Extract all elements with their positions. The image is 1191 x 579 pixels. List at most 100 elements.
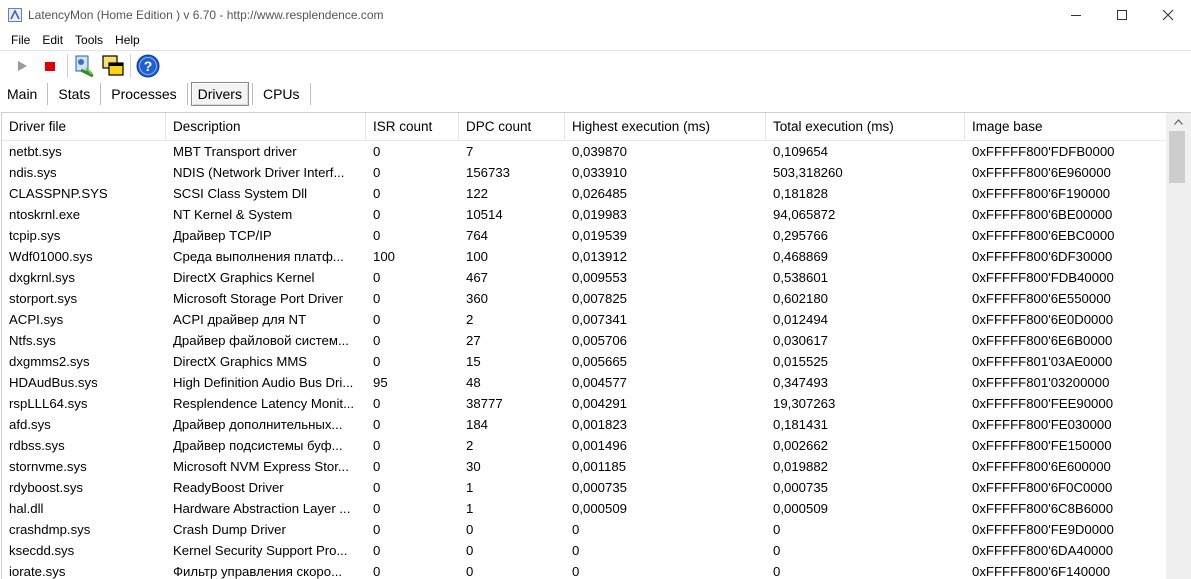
menu-edit[interactable]: Edit [36, 33, 69, 47]
cell-isr-count: 0 [373, 522, 381, 537]
table-row[interactable]: ntoskrnl.exe NT Kernel & System 0 10514 0,01… [2, 204, 1167, 225]
cell-image-base: 0xFFFFF800'6BE00000 [972, 207, 1113, 222]
cell-total-execution: 0,002662 [773, 438, 829, 453]
cell-dpc-count: 1 [466, 501, 474, 516]
cell-image-base: 0xFFFFF800'6C8B6000 [972, 501, 1114, 516]
column-header-description[interactable]: Description [166, 113, 366, 140]
cell-total-execution: 0,602180 [773, 291, 829, 306]
play-icon [18, 61, 27, 71]
cell-dpc-count: 7 [466, 144, 474, 159]
minimize-button[interactable] [1053, 0, 1099, 30]
column-header-dpc-count[interactable]: DPC count [459, 113, 565, 140]
app-icon[interactable] [8, 8, 22, 22]
table-row[interactable]: HDAudBus.sys High Definition Audio Bus Dr… [2, 372, 1167, 393]
table-row[interactable]: ksecdd.sys Kernel Security Support Pro...… [2, 540, 1167, 561]
cell-total-execution: 0,295766 [773, 228, 829, 243]
cell-image-base: 0xFFFFF800'6DA40000 [972, 543, 1114, 558]
cell-driver-file: afd.sys [9, 417, 51, 432]
cell-driver-file: dxgmms2.sys [9, 354, 90, 369]
cell-total-execution: 0,538601 [773, 270, 829, 285]
tab-stats[interactable]: Stats [51, 82, 97, 106]
table-row[interactable]: crashdmp.sys Crash Dump Driver 0 0 0 0 0xFFFFF… [2, 519, 1167, 540]
cell-isr-count: 0 [373, 501, 381, 516]
tab-separator [100, 83, 102, 105]
cell-highest-execution: 0,000509 [572, 501, 628, 516]
column-header-image-base[interactable]: Image base [965, 113, 1167, 140]
cell-total-execution: 0,000735 [773, 480, 829, 495]
tab-bar: Main Stats Processes Drivers CPUs [0, 81, 1191, 107]
table-row[interactable]: netbt.sys MBT Transport driver 0 7 0,039870 0… [2, 141, 1167, 162]
cell-total-execution: 0,109654 [773, 144, 829, 159]
cell-highest-execution: 0,001496 [572, 438, 628, 453]
cell-description: Драйвер TCP/IP [173, 228, 272, 243]
table-row[interactable]: CLASSPNP.SYS SCSI Class System Dll 0 122 0,0… [2, 183, 1167, 204]
cell-dpc-count: 2 [466, 438, 474, 453]
table-row[interactable]: tcpip.sys Драйвер TCP/IP 0 764 0,019539 0,295… [2, 225, 1167, 246]
cell-description: Среда выполнения платф... [173, 249, 344, 264]
window-title: LatencyMon (Home Edition ) v 6.70 - http… [28, 8, 384, 22]
table-row[interactable]: ndis.sys NDIS (Network Driver Interf... 0 1… [2, 162, 1167, 183]
cell-image-base: 0xFFFFF800'FEE90000 [972, 396, 1114, 411]
column-header-row: Driver file Description ISR count DPC co… [2, 113, 1167, 141]
toolbar: ? [0, 51, 1191, 81]
column-header-isr-count[interactable]: ISR count [366, 113, 459, 140]
cell-driver-file: storport.sys [9, 291, 78, 306]
column-header-driver-file[interactable]: Driver file [2, 113, 166, 140]
table-row[interactable]: Ntfs.sys Драйвер файловой систем... 0 27 0,0… [2, 330, 1167, 351]
vertical-scrollbar[interactable] [1166, 112, 1191, 579]
table-row[interactable]: rdyboost.sys ReadyBoost Driver 0 1 0,000735 0… [2, 477, 1167, 498]
cell-isr-count: 0 [373, 165, 381, 180]
cell-description: DirectX Graphics Kernel [173, 270, 315, 285]
table-row[interactable]: hal.dll Hardware Abstraction Layer ... 0 1 0… [2, 498, 1167, 519]
cell-dpc-count: 10514 [466, 207, 503, 222]
table-row[interactable]: iorate.sys Фильтр управления скоро... 0 0 0 0… [2, 561, 1167, 579]
column-header-highest-execution[interactable]: Highest execution (ms) [565, 113, 766, 140]
cell-highest-execution: 0 [572, 522, 580, 537]
update-drivers-button[interactable] [71, 52, 99, 80]
tab-processes[interactable]: Processes [104, 82, 183, 106]
menu-tools[interactable]: Tools [69, 33, 109, 47]
table-row[interactable]: rspLLL64.sys Resplendence Latency Monit..… [2, 393, 1167, 414]
table-row[interactable]: ACPI.sys ACPI драйвер для NT 0 2 0,007341 0,0… [2, 309, 1167, 330]
cell-highest-execution: 0,004291 [572, 396, 628, 411]
cell-isr-count: 0 [373, 333, 381, 348]
table-row[interactable]: dxgkrnl.sys DirectX Graphics Kernel 0 467 0,… [2, 267, 1167, 288]
cell-total-execution: 0 [773, 543, 781, 558]
menu-file[interactable]: File [0, 33, 36, 47]
cell-dpc-count: 27 [466, 333, 481, 348]
cell-highest-execution: 0,007825 [572, 291, 628, 306]
menu-help[interactable]: Help [109, 33, 146, 47]
column-header-total-execution[interactable]: Total execution (ms) [766, 113, 965, 140]
maximize-button[interactable] [1099, 0, 1145, 30]
tab-cpus[interactable]: CPUs [256, 82, 307, 106]
scrollbar-thumb[interactable] [1169, 131, 1185, 183]
windows-button[interactable] [99, 52, 127, 80]
tab-main[interactable]: Main [0, 82, 44, 106]
scroll-up-button[interactable] [1166, 113, 1191, 130]
cell-highest-execution: 0 [572, 543, 580, 558]
table-body: netbt.sys MBT Transport driver 0 7 0,039870 0… [2, 141, 1167, 579]
stop-button[interactable] [36, 52, 64, 80]
table-row[interactable]: Wdf01000.sys Среда выполнения платф... 100… [2, 246, 1167, 267]
table-row[interactable]: rdbss.sys Драйвер подсистемы буф... 0 2 0,00… [2, 435, 1167, 456]
cell-description: NT Kernel & System [173, 207, 293, 222]
cell-driver-file: HDAudBus.sys [9, 375, 98, 390]
close-button[interactable] [1145, 0, 1191, 30]
start-button[interactable] [8, 52, 36, 80]
cell-driver-file: Ntfs.sys [9, 333, 56, 348]
cell-driver-file: ntoskrnl.exe [9, 207, 81, 222]
cell-description: Microsoft Storage Port Driver [173, 291, 344, 306]
cell-isr-count: 0 [373, 291, 381, 306]
drivers-list[interactable]: Driver file Description ISR count DPC co… [1, 112, 1167, 579]
tab-drivers[interactable]: Drivers [190, 82, 249, 106]
cell-image-base: 0xFFFFF800'6E0D0000 [972, 312, 1114, 327]
table-row[interactable]: storport.sys Microsoft Storage Port Drive… [2, 288, 1167, 309]
table-row[interactable]: stornvme.sys Microsoft NVM Express Stor..… [2, 456, 1167, 477]
table-row[interactable]: afd.sys Драйвер дополнительных... 0 184 0,00… [2, 414, 1167, 435]
table-row[interactable]: dxgmms2.sys DirectX Graphics MMS 0 15 0,0056… [2, 351, 1167, 372]
cell-driver-file: tcpip.sys [9, 228, 61, 243]
cell-dpc-count: 184 [466, 417, 489, 432]
help-button[interactable]: ? [134, 52, 162, 80]
cell-image-base: 0xFFFFF801'03200000 [972, 375, 1110, 390]
cell-description: Kernel Security Support Pro... [173, 543, 348, 558]
